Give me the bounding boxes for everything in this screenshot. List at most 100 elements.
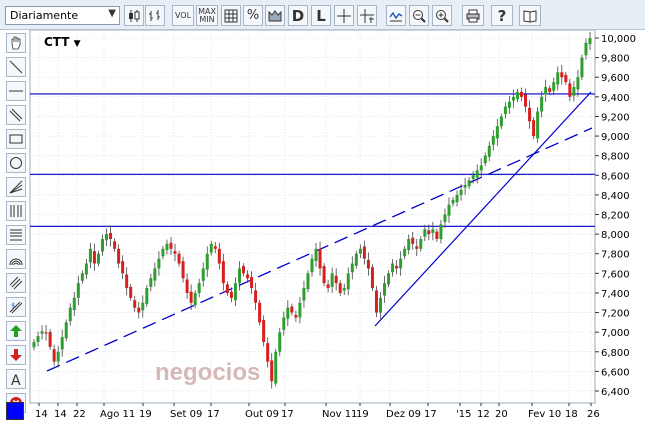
candle-body <box>157 258 161 269</box>
arrow-up-icon <box>10 325 22 337</box>
candle-body <box>145 288 149 304</box>
symbol-label: CTT <box>44 35 70 49</box>
candle-body <box>125 274 129 289</box>
arcs-icon <box>9 258 23 266</box>
linear-l-button[interactable]: L <box>311 5 331 26</box>
volume-button[interactable]: VOL <box>172 5 194 26</box>
x-tick-label: 20 <box>495 409 508 420</box>
fibonacci-arc-tool-button[interactable] <box>6 249 26 269</box>
candle-body <box>499 116 503 127</box>
period-select[interactable]: Diariamente ▼ <box>5 6 120 25</box>
candle-body <box>113 241 117 249</box>
y-tick-label: 8,400 <box>601 191 630 202</box>
fibonacci-retracement-tool-button[interactable] <box>6 225 26 245</box>
price-chart[interactable]: 10,000 9,800 9,600 9,400 9,200 9,000 8,800 8,60… <box>0 0 645 427</box>
zoom-in-icon <box>436 9 449 23</box>
y-tick-label: 9,000 <box>601 132 630 143</box>
candle-body <box>451 199 455 204</box>
x-tick-label: 12 <box>477 409 490 420</box>
printer-icon <box>466 9 480 22</box>
compare-button[interactable] <box>265 5 285 26</box>
candle-body <box>419 239 423 249</box>
print-button[interactable] <box>462 5 484 26</box>
ohlc-bar-type-button[interactable] <box>145 5 165 26</box>
y-tick-label: 7,800 <box>601 250 630 261</box>
drawing-tools-panel: $ A <box>4 30 28 413</box>
parallel-lines-tool-button[interactable] <box>6 105 26 125</box>
candle-body <box>262 320 266 342</box>
candle-body <box>588 38 592 45</box>
fibonacci-time-tool-button[interactable] <box>6 201 26 221</box>
candle-body <box>258 302 262 323</box>
symbol-selector[interactable]: CTT ▼ <box>44 35 81 49</box>
pan-tool-button[interactable] <box>6 33 26 53</box>
max-min-button[interactable]: MAX MIN <box>196 5 218 26</box>
candle-body <box>177 253 181 264</box>
horizontal-line-tool-button[interactable] <box>6 81 26 101</box>
candle-body <box>411 237 415 244</box>
parallel-lines-icon <box>9 108 23 122</box>
help-button[interactable]: ? <box>491 5 513 26</box>
price-tool-button[interactable]: $ <box>6 297 26 317</box>
candle-body <box>507 101 511 108</box>
manual-button[interactable] <box>519 5 541 26</box>
x-tick-label: Ago 11 <box>100 409 135 420</box>
horizontal-line-icon <box>9 90 23 92</box>
y-tick-label: 7,600 <box>601 269 630 280</box>
candle-body <box>129 286 133 298</box>
candle-body <box>564 74 568 83</box>
x-tick-label: Nov 11 <box>322 409 357 420</box>
x-tick-label: 14 <box>54 409 67 420</box>
fan-tool-button[interactable] <box>6 177 26 197</box>
candle-body <box>491 136 495 145</box>
candle-body <box>580 57 584 78</box>
candle-body <box>515 91 519 100</box>
candle-body <box>467 180 471 187</box>
candle-body <box>233 283 237 301</box>
grid-toggle-button[interactable] <box>221 5 241 26</box>
candle-body <box>250 277 254 289</box>
y-tick-label: 6,800 <box>601 348 630 359</box>
buy-signal-button[interactable] <box>6 321 26 341</box>
candle-body <box>60 337 64 350</box>
x-tick-label: Fev 10 <box>528 409 561 420</box>
period-select-value: Diariamente <box>10 9 79 22</box>
candle-body <box>314 248 318 261</box>
daily-d-button[interactable]: D <box>288 5 308 26</box>
ellipse-tool-button[interactable] <box>6 153 26 173</box>
candle-body <box>463 185 467 188</box>
x-tick-label: 17 <box>207 409 220 420</box>
y-tick-label: 10,000 <box>601 34 636 45</box>
line-color-swatch[interactable] <box>6 402 24 420</box>
line-tool-button[interactable] <box>6 57 26 77</box>
sell-signal-button[interactable] <box>6 345 26 365</box>
candle-body <box>246 274 250 279</box>
y-tick-label: 7,400 <box>601 289 630 300</box>
text-tool-button[interactable]: A <box>6 369 26 389</box>
candle-body <box>310 258 314 273</box>
rectangle-tool-button[interactable] <box>6 129 26 149</box>
percent-label: % <box>246 8 260 23</box>
candle-body <box>266 343 270 362</box>
zoom-out-button[interactable] <box>409 5 429 26</box>
candle-body <box>431 229 435 233</box>
candle-body <box>330 273 334 287</box>
y-tick-label: 7,000 <box>601 328 630 339</box>
candle-body <box>76 283 80 298</box>
chevron-down-icon: ▼ <box>73 39 81 49</box>
candle-body <box>435 231 439 240</box>
crosshair-value-button[interactable] <box>357 5 377 26</box>
candle-body <box>121 261 125 274</box>
zoom-in-button[interactable] <box>432 5 452 26</box>
candle-body <box>181 261 185 279</box>
crosshair-button[interactable] <box>334 5 354 26</box>
candle-body <box>459 189 463 195</box>
candle-body <box>185 279 189 293</box>
channel-tool-button[interactable] <box>6 273 26 293</box>
candle-body <box>221 261 225 284</box>
candlestick-type-button[interactable] <box>124 5 144 26</box>
percent-scale-button[interactable]: % <box>243 5 263 26</box>
candle-body <box>36 336 40 342</box>
indicator-button[interactable] <box>386 5 406 26</box>
candle-body <box>584 42 588 56</box>
